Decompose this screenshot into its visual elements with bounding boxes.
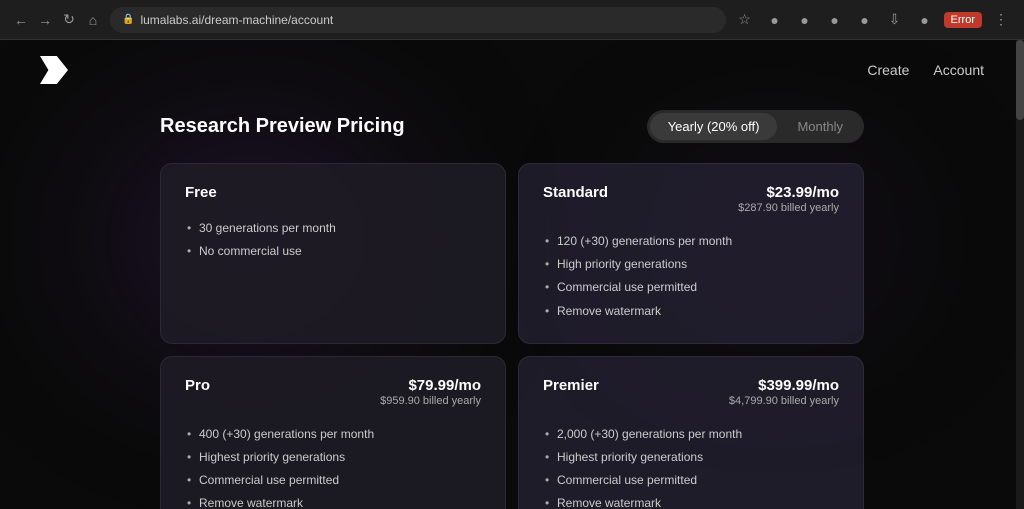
feature-premier-1: 2,000 (+30) generations per month [543, 423, 839, 446]
plan-name-standard: Standard [543, 184, 608, 201]
lock-icon: 🔒 [122, 14, 134, 25]
plan-price-premier: $399.99/mo [758, 377, 839, 394]
yearly-toggle-button[interactable]: Yearly (20% off) [650, 113, 778, 140]
menu-icon[interactable]: ⋮ [990, 9, 1012, 31]
browser-actions: ☆ ● ● ● ● ⇩ ● Error ⋮ [734, 9, 1012, 31]
forward-button[interactable]: → [36, 11, 54, 29]
plan-card-header-pro: Pro $79.99/mo $959.90 billed yearly [185, 377, 481, 407]
pricing-title: Research Preview Pricing [160, 115, 405, 138]
address-bar[interactable]: 🔒 lumalabs.ai/dream-machine/account [110, 7, 726, 33]
plan-card-premier: Premier $399.99/mo $4,799.90 billed year… [518, 356, 864, 509]
feature-pro-1: 400 (+30) generations per month [185, 423, 481, 446]
plan-price-pro: $79.99/mo [408, 377, 481, 394]
plan-name-premier: Premier [543, 377, 599, 394]
pricing-header: Research Preview Pricing Yearly (20% off… [160, 110, 864, 143]
plan-price-block-pro: $79.99/mo $959.90 billed yearly [380, 377, 481, 407]
feature-standard-3: Commercial use permitted [543, 276, 839, 299]
plan-card-standard: Standard $23.99/mo $287.90 billed yearly… [518, 163, 864, 344]
main-content: Research Preview Pricing Yearly (20% off… [0, 100, 1024, 509]
page: Create Account Research Preview Pricing … [0, 40, 1024, 509]
logo[interactable] [40, 56, 68, 84]
pricing-grid: Free 30 generations per month No commerc… [160, 163, 864, 509]
feature-pro-3: Commercial use permitted [185, 469, 481, 492]
plan-billed-premier: $4,799.90 billed yearly [729, 395, 839, 407]
browser-chrome: ← → ↻ ⌂ 🔒 lumalabs.ai/dream-machine/acco… [0, 0, 1024, 40]
feature-free-2: No commercial use [185, 240, 481, 263]
extension-icon-4[interactable]: ● [854, 9, 876, 31]
account-nav-link[interactable]: Account [933, 62, 984, 78]
feature-pro-2: Highest priority generations [185, 446, 481, 469]
url-text: lumalabs.ai/dream-machine/account [140, 13, 333, 27]
navbar: Create Account [0, 40, 1024, 100]
back-button[interactable]: ← [12, 11, 30, 29]
plan-billed-pro: $959.90 billed yearly [380, 395, 481, 407]
profile-icon[interactable]: ● [914, 9, 936, 31]
nav-links: Create Account [867, 62, 984, 78]
plan-card-header-free: Free [185, 184, 481, 201]
star-icon[interactable]: ☆ [734, 9, 756, 31]
feature-standard-2: High priority generations [543, 253, 839, 276]
plan-billed-standard: $287.90 billed yearly [738, 202, 839, 214]
error-badge[interactable]: Error [944, 12, 982, 28]
extension-icon-1[interactable]: ● [764, 9, 786, 31]
plan-features-standard: 120 (+30) generations per month High pri… [543, 230, 839, 323]
feature-standard-1: 120 (+30) generations per month [543, 230, 839, 253]
plan-card-header-standard: Standard $23.99/mo $287.90 billed yearly [543, 184, 839, 214]
create-nav-link[interactable]: Create [867, 62, 909, 78]
plan-features-pro: 400 (+30) generations per month Highest … [185, 423, 481, 509]
plan-features-premier: 2,000 (+30) generations per month Highes… [543, 423, 839, 509]
feature-premier-4: Remove watermark [543, 492, 839, 509]
download-icon[interactable]: ⇩ [884, 9, 906, 31]
reload-button[interactable]: ↻ [60, 11, 78, 29]
plan-price-block-standard: $23.99/mo $287.90 billed yearly [738, 184, 839, 214]
browser-nav-buttons: ← → ↻ ⌂ [12, 11, 102, 29]
home-button[interactable]: ⌂ [84, 11, 102, 29]
monthly-toggle-button[interactable]: Monthly [779, 113, 861, 140]
plan-price-standard: $23.99/mo [766, 184, 839, 201]
extension-icon-3[interactable]: ● [824, 9, 846, 31]
plan-card-pro: Pro $79.99/mo $959.90 billed yearly 400 … [160, 356, 506, 509]
plan-features-free: 30 generations per month No commercial u… [185, 217, 481, 263]
extension-icon-2[interactable]: ● [794, 9, 816, 31]
plan-card-header-premier: Premier $399.99/mo $4,799.90 billed year… [543, 377, 839, 407]
feature-standard-4: Remove watermark [543, 300, 839, 323]
feature-pro-4: Remove watermark [185, 492, 481, 509]
feature-free-1: 30 generations per month [185, 217, 481, 240]
feature-premier-2: Highest priority generations [543, 446, 839, 469]
feature-premier-3: Commercial use permitted [543, 469, 839, 492]
plan-name-pro: Pro [185, 377, 210, 394]
plan-price-block-premier: $399.99/mo $4,799.90 billed yearly [729, 377, 839, 407]
plan-name-free: Free [185, 184, 217, 201]
plan-card-free: Free 30 generations per month No commerc… [160, 163, 506, 344]
billing-toggle: Yearly (20% off) Monthly [647, 110, 864, 143]
